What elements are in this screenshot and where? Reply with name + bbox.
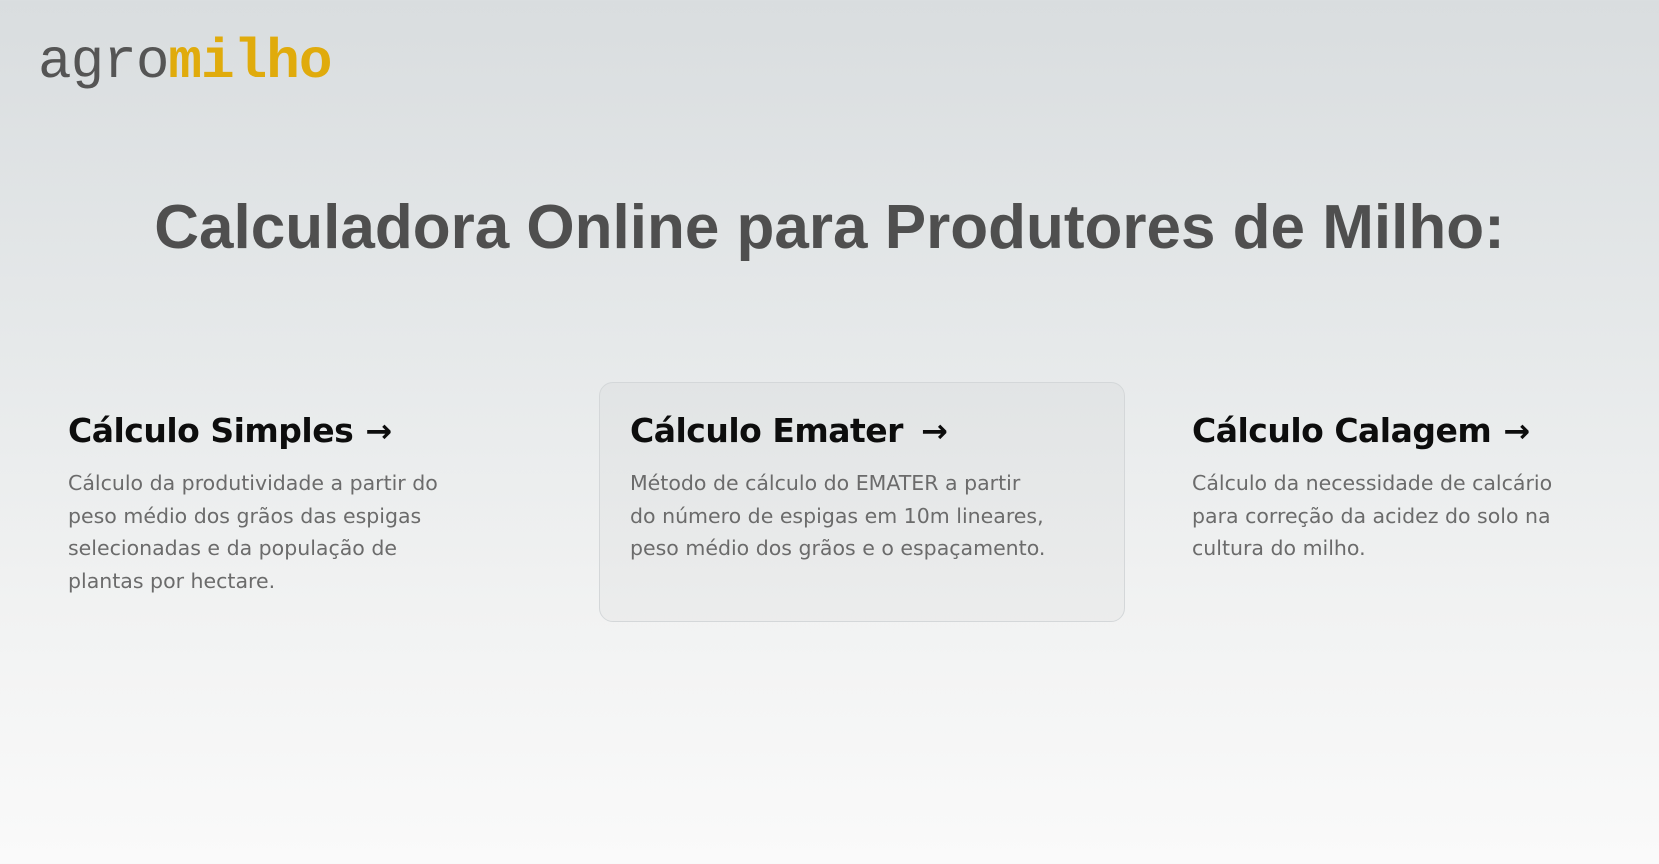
card-description: Método de cálculo do EMATER a partir do …	[630, 471, 1046, 560]
card-title-label: Cálculo Simples	[68, 411, 354, 450]
card-description: Cálculo da necessidade de calcário para …	[1192, 471, 1553, 560]
card-title[interactable]: Cálculo Calagem →	[1192, 409, 1656, 453]
arrow-right-icon: →	[365, 412, 392, 450]
card-title-label: Cálculo Calagem	[1192, 411, 1492, 450]
card-title-label: Cálculo Emater	[630, 411, 903, 450]
logo-agro-text: agro	[38, 30, 169, 94]
page-title: Calculadora Online para Produtores de Mi…	[154, 193, 1505, 262]
card-calculo-calagem[interactable]: Cálculo Calagem → Cálculo da necessidade…	[1161, 382, 1659, 622]
arrow-right-icon: →	[1503, 412, 1530, 450]
card-calculo-emater[interactable]: Cálculo Emater → Método de cálculo do EM…	[599, 382, 1125, 622]
arrow-right-icon: →	[920, 412, 948, 450]
logo[interactable]: agromilho	[38, 30, 332, 94]
logo-milho-text: milho	[168, 30, 332, 94]
card-title[interactable]: Cálculo Simples →	[68, 409, 532, 453]
card-calculo-simples[interactable]: Cálculo Simples → Cálculo da produtivida…	[37, 382, 563, 622]
card-description: Cálculo da produtividade a partir do pes…	[68, 471, 438, 593]
card-title[interactable]: Cálculo Emater →	[630, 409, 1094, 453]
